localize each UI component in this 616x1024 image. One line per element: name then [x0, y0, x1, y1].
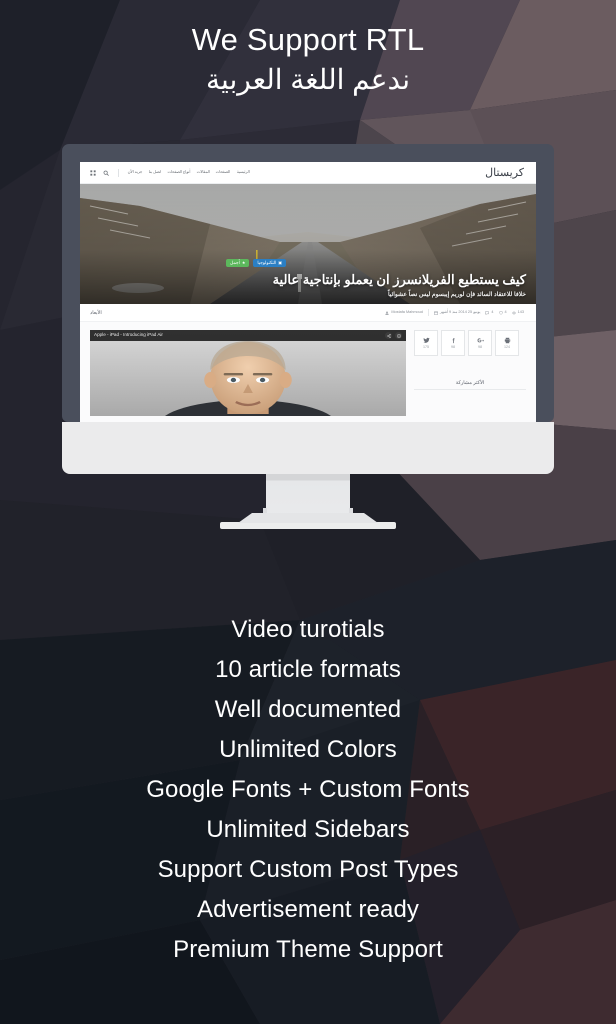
share-button-googleplus[interactable]: 98 [468, 330, 492, 356]
feature-item: Unlimited Sidebars [206, 816, 410, 843]
feature-item: Advertisement ready [196, 896, 419, 923]
feature-item: 10 article formats [215, 656, 401, 683]
badge-category-secondary[interactable]: ▣ التكنولوجيا [253, 258, 287, 268]
video-thumbnail-portrait [90, 330, 406, 416]
nav-item-articles[interactable]: المقالات [196, 170, 209, 175]
share-button-twitter[interactable]: 175 [414, 330, 438, 356]
share-count-twitter: 175 [423, 344, 429, 349]
post-meta-bar: Mostafa Mahmoud يونيو 25 2014 منذ 9 أشهر [80, 304, 536, 322]
meta-tag[interactable]: الأبعاد [90, 310, 102, 316]
feature-item: Video turotials [231, 616, 385, 643]
video-title: Apple - iPad - Introducing iPad Air [94, 332, 163, 338]
site-logo[interactable]: كريستال [485, 166, 524, 179]
site-navigation: الرئيسية الصفحات المقالات أنواع الصفحات … [90, 168, 250, 177]
screen: كريستال الرئيسية الصفحات المقالات أنواع … [80, 162, 536, 422]
facebook-icon [450, 337, 457, 344]
share-buttons: 175 98 98 124 [414, 330, 526, 356]
print-icon [504, 337, 511, 344]
share-section-heading: الأكثر مشاركة [414, 380, 526, 390]
share-button-print[interactable]: 124 [495, 330, 519, 356]
share-icon[interactable] [385, 332, 392, 339]
meta-author[interactable]: Mostafa Mahmoud [385, 309, 423, 315]
share-button-facebook[interactable]: 98 [441, 330, 465, 356]
meta-date: يونيو 25 2014 منذ 9 أشهر [434, 309, 481, 315]
grid-icon[interactable] [90, 169, 96, 176]
monitor-bezel: كريستال الرئيسية الصفحات المقالات أنواع … [62, 144, 554, 422]
hero-subtitle: خلافا للاعتقاد السائد فإن لوريم إيبسوم ل… [387, 292, 526, 298]
monitor-stand-base [220, 522, 396, 529]
meta-views-count: 143 [517, 309, 524, 314]
twitter-icon [422, 337, 430, 344]
headline: We Support RTL ندعم اللغة العربية [0, 22, 616, 99]
meta-comments-count: 4 [491, 309, 494, 314]
monitor-mockup: كريستال الرئيسية الصفحات المقالات أنواع … [62, 144, 554, 529]
video-actions [385, 332, 402, 339]
info-icon[interactable] [395, 332, 402, 339]
meta-likes-count: 4 [504, 309, 507, 314]
headline-arabic: ندعم اللغة العربية [205, 63, 410, 95]
content-area: Apple - iPad - Introducing iPad Air 175 … [80, 322, 536, 422]
meta-date-text: يونيو 25 2014 منذ 9 أشهر [439, 309, 481, 314]
site-header: كريستال الرئيسية الصفحات المقالات أنواع … [80, 162, 536, 184]
hero-content: ★ أجمل ▣ التكنولوجيا كيف يستطيع الفريلان… [226, 258, 526, 298]
share-count-googleplus: 98 [478, 344, 482, 349]
feature-item: Premium Theme Support [173, 936, 443, 963]
hero-badges: ★ أجمل ▣ التكنولوجيا [226, 258, 526, 268]
promo-banner: We Support RTL ندعم اللغة العربية كريستا… [0, 0, 616, 1024]
eye-icon [511, 311, 516, 314]
post-meta-group: Mostafa Mahmoud يونيو 25 2014 منذ 9 أشهر [385, 309, 524, 316]
nav-item-page-types[interactable]: أنواع الصفحات [167, 170, 190, 175]
feature-list: Video turotials 10 article formats Well … [0, 610, 616, 970]
headline-english: We Support RTL [191, 22, 425, 57]
share-count-print: 124 [504, 344, 510, 349]
video-column: Apple - iPad - Introducing iPad Air [90, 330, 406, 422]
monitor-icon: ▣ [278, 259, 283, 265]
feature-item: Well documented [214, 696, 402, 723]
nav-item-pages[interactable]: الصفحات [216, 170, 231, 175]
star-icon: ★ [241, 259, 246, 265]
hero-section: ★ أجمل ▣ التكنولوجيا كيف يستطيع الفريلان… [80, 184, 536, 304]
feature-item: Unlimited Colors [219, 736, 397, 763]
share-count-facebook: 98 [451, 344, 455, 349]
video-player[interactable]: Apple - iPad - Introducing iPad Air [90, 330, 406, 416]
badge-secondary-label: التكنولوجيا [257, 259, 277, 265]
nav-item-contact[interactable]: اتصل بنا [149, 170, 162, 175]
badge-primary-label: أجمل [230, 259, 240, 265]
feature-item: Support Custom Post Types [157, 856, 459, 883]
meta-likes[interactable]: 4 [498, 309, 507, 315]
user-icon [385, 310, 390, 315]
search-icon[interactable] [103, 170, 109, 176]
meta-divider [427, 309, 429, 316]
googleplus-icon [477, 337, 484, 344]
meta-comments[interactable]: 4 [485, 309, 494, 315]
meta-author-name: Mostafa Mahmoud [391, 309, 423, 314]
feature-item: Google Fonts + Custom Fonts [146, 776, 470, 803]
monitor-chin [62, 422, 554, 474]
comment-icon [485, 310, 490, 315]
badge-category-primary[interactable]: ★ أجمل [226, 258, 250, 268]
nav-divider [118, 168, 119, 177]
video-topbar: Apple - iPad - Introducing iPad Air [90, 330, 406, 341]
calendar-icon [434, 311, 438, 315]
nav-item-try-now[interactable]: جربه الآن [128, 170, 143, 175]
heart-icon [498, 310, 503, 315]
share-column: 175 98 98 124 الأكثر مشاركة [414, 330, 526, 422]
meta-views: 143 [511, 309, 524, 315]
nav-item-home[interactable]: الرئيسية [237, 170, 250, 175]
hero-title[interactable]: كيف يستطيع الفريلانسرز ان يعملو بإنتاجية… [226, 272, 526, 288]
